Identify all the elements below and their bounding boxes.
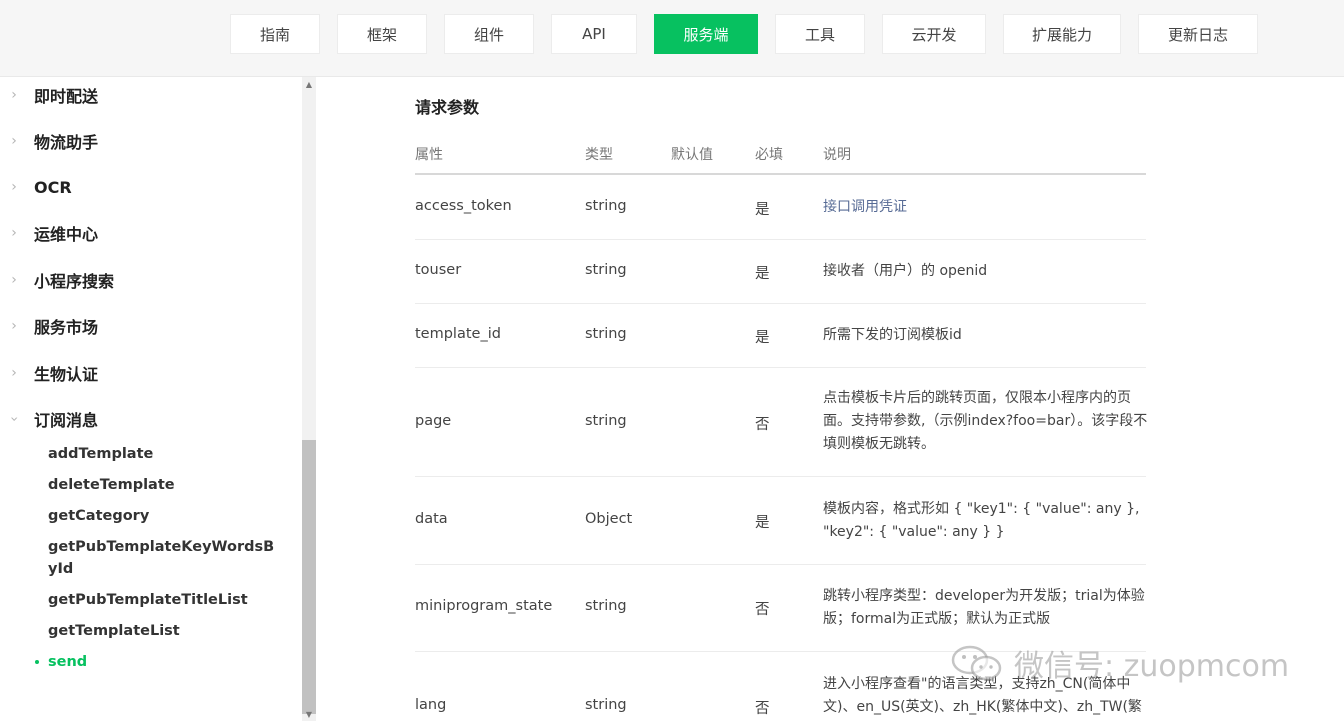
table-cell-name: touser — [415, 262, 462, 278]
table-cell-type: string — [585, 697, 627, 713]
table-row-divider — [415, 651, 1146, 652]
table-cell-required: 否 — [755, 602, 770, 618]
sidebar-item-label: 生物认证 — [34, 365, 99, 384]
table-row-divider — [415, 239, 1146, 240]
sidebar-item-label: OCR — [34, 177, 72, 197]
table-cell-required: 否 — [755, 417, 770, 433]
table-cell-name: data — [415, 511, 448, 527]
table-cell-required: 是 — [755, 266, 770, 282]
sidebar-subitem-getpubtemplatekeywordsbyid[interactable]: getPubTemplateKeyWordsById — [48, 536, 278, 580]
table-cell-name: page — [415, 413, 452, 429]
table-cell-type: string — [585, 598, 627, 614]
chevron-down-icon: › — [6, 416, 22, 422]
table-cell-required: 是 — [755, 330, 770, 346]
table-cell-type: string — [585, 198, 627, 214]
tab-tools[interactable]: 工具 — [775, 14, 865, 54]
scroll-up-arrow-icon[interactable]: ▲ — [302, 77, 316, 91]
sidebar-item-label: 服务市场 — [34, 318, 99, 337]
sidebar-subitem-deletetemplate[interactable]: deleteTemplate — [48, 474, 278, 496]
top-nav: 指南 框架 组件 API 服务端 工具 云开发 扩展能力 更新日志 — [0, 0, 1344, 77]
table-cell-required: 否 — [755, 701, 770, 717]
chevron-right-icon: › — [11, 225, 17, 241]
table-cell-type: string — [585, 262, 627, 278]
section-title: 请求参数 — [415, 98, 480, 117]
table-cell-name: template_id — [415, 326, 501, 342]
chevron-right-icon: › — [11, 87, 17, 103]
column-header-type: 类型 — [585, 147, 613, 163]
chevron-right-icon: › — [11, 133, 17, 149]
table-cell-desc-link[interactable]: 接口调用凭证 — [823, 196, 1153, 219]
table-cell-desc: 点击模板卡片后的跳转页面，仅限本小程序内的页面。支持带参数,（示例index?f… — [823, 390, 1148, 452]
column-header-property: 属性 — [415, 147, 443, 163]
sidebar-item-label: 即时配送 — [34, 87, 99, 106]
sidebar-subitem-getcategory[interactable]: getCategory — [48, 505, 278, 527]
table-cell-type: string — [585, 326, 627, 342]
table-cell-type: string — [585, 413, 627, 429]
sidebar-subitem-send[interactable]: send — [48, 651, 278, 673]
sidebar-item-label: 物流助手 — [34, 133, 99, 152]
chevron-right-icon: › — [11, 318, 17, 334]
sidebar-subitem-gettemplatelist[interactable]: getTemplateList — [48, 620, 278, 642]
table-cell-desc: 所需下发的订阅模板id — [823, 327, 962, 343]
scroll-down-arrow-icon[interactable]: ▼ — [302, 707, 316, 721]
sidebar-subitem-getpubtemplatetitlelist[interactable]: getPubTemplateTitleList — [48, 589, 278, 611]
sidebar: › 即时配送 › 物流助手 › OCR › 运维中心 › 小程序搜索 › 服务市… — [0, 77, 318, 721]
column-header-required: 必填 — [755, 147, 783, 163]
sidebar-item-label: 小程序搜索 — [34, 272, 115, 291]
table-cell-desc: 模板内容，格式形如 { "key1": { "value": any }, "k… — [823, 501, 1140, 540]
table-cell-desc: 进入小程序查看"的语言类型，支持zh_CN(简体中文)、en_US(英文)、zh… — [823, 676, 1142, 715]
table-cell-desc: 接收者（用户）的 openid — [823, 263, 988, 279]
table-cell-desc: 跳转小程序类型：developer为开发版；trial为体验版；formal为正… — [823, 588, 1145, 627]
tab-extensions[interactable]: 扩展能力 — [1003, 14, 1121, 54]
sidebar-subitem-addtemplate[interactable]: addTemplate — [48, 443, 278, 465]
sidebar-scrollbar-thumb[interactable] — [302, 440, 316, 714]
sidebar-item-label: 运维中心 — [34, 225, 99, 244]
table-row-divider — [415, 564, 1146, 565]
table-row-divider — [415, 367, 1146, 368]
column-header-default: 默认值 — [671, 147, 713, 163]
chevron-right-icon: › — [11, 272, 17, 288]
table-row-divider — [415, 303, 1146, 304]
tab-server[interactable]: 服务端 — [654, 14, 758, 54]
table-cell-name: miniprogram_state — [415, 598, 553, 614]
active-dot-icon — [35, 660, 39, 664]
tab-api[interactable]: API — [551, 14, 637, 54]
table-cell-required: 是 — [755, 515, 770, 531]
tab-framework[interactable]: 框架 — [337, 14, 427, 54]
tab-guide[interactable]: 指南 — [230, 14, 320, 54]
column-header-description: 说明 — [823, 147, 851, 163]
table-header-divider — [415, 173, 1146, 175]
table-row-divider — [415, 476, 1146, 477]
table-cell-name: access_token — [415, 198, 512, 214]
sidebar-item-label: 订阅消息 — [34, 411, 99, 430]
table-cell-type: Object — [585, 511, 633, 527]
chevron-right-icon: › — [11, 365, 17, 381]
table-cell-name: lang — [415, 697, 447, 713]
chevron-right-icon: › — [11, 179, 17, 195]
tab-cloud-dev[interactable]: 云开发 — [882, 14, 986, 54]
tab-changelog[interactable]: 更新日志 — [1138, 14, 1258, 54]
tab-components[interactable]: 组件 — [444, 14, 534, 54]
table-cell-required: 是 — [755, 202, 770, 218]
